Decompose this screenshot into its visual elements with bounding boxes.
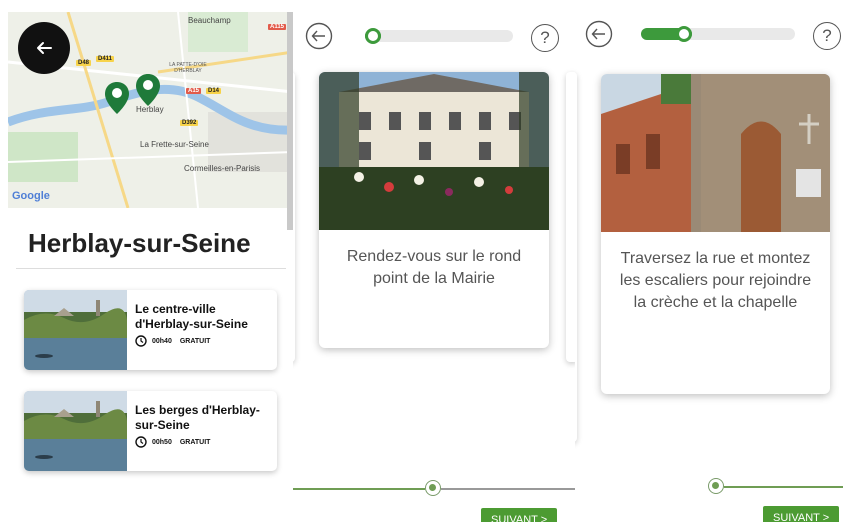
tour-list-screen: Beauchamp LA PATTE-D'OIE D'HERBLAY Herbl… <box>0 0 293 522</box>
step-card: Traversez la rue et montez les escaliers… <box>601 74 830 394</box>
next-card-peek <box>566 72 575 362</box>
step-card: Rendez-vous sur le rond point de la Mair… <box>319 72 549 348</box>
previous-card-peek <box>293 72 295 362</box>
timeline-line <box>293 488 425 490</box>
tour-thumbnail <box>24 290 127 370</box>
next-button[interactable]: SUIVANT > <box>763 506 840 522</box>
tour-card-centre-ville[interactable]: Le centre-ville d'Herblay-sur-Seine 00h4… <box>24 290 277 370</box>
timeline-line <box>441 488 575 490</box>
clock-icon <box>135 335 147 347</box>
tour-name: Les berges d'Herblay-sur-Seine <box>135 403 260 432</box>
back-button[interactable] <box>18 22 70 74</box>
road-badge-d411: D411 <box>96 56 115 62</box>
tour-thumbnail <box>24 391 127 471</box>
progress-knob <box>676 26 692 42</box>
road-badge-d48: D48 <box>76 60 92 66</box>
timeline-line <box>724 486 843 488</box>
progress-bar <box>365 28 513 44</box>
map-label-beauchamp: Beauchamp <box>188 16 231 25</box>
clock-icon <box>135 436 147 448</box>
progress-knob <box>365 28 381 44</box>
step-photo-mairie <box>319 72 549 230</box>
step-screen-1: ? Rendez-vous sur le rond point de la Ma… <box>293 0 575 522</box>
map-pin-icon[interactable] <box>136 74 160 106</box>
map-label-la-patte: LA PATTE-D'OIE D'HERBLAY <box>169 62 207 74</box>
page-title: Herblay-sur-Seine <box>28 228 251 258</box>
map-label-la-frette: La Frette-sur-Seine <box>140 140 209 149</box>
progress-bar <box>641 26 795 42</box>
step-photo-chapelle <box>601 74 830 232</box>
tour-price: GRATUIT <box>179 337 211 345</box>
map-label-cormeilles: Cormeilles-en-Parisis <box>184 164 261 173</box>
map-pin-icon[interactable] <box>105 82 129 114</box>
back-arrow-icon[interactable] <box>585 20 613 48</box>
tour-duration: 00h50 <box>152 438 172 446</box>
road-badge-a15: A15 <box>186 88 202 94</box>
step-screen-2: ? Traversez la rue et montez les escalie… <box>575 0 843 522</box>
road-badge-d392: D392 <box>180 120 199 126</box>
next-button[interactable]: SUIVANT > <box>481 508 558 522</box>
tour-price: GRATUIT <box>179 438 211 446</box>
back-arrow-icon[interactable] <box>305 22 333 50</box>
tour-name: Le centre-ville d'Herblay-sur-Seine <box>135 302 248 331</box>
road-badge-a115: A115 <box>268 24 287 30</box>
step-instruction: Rendez-vous sur le rond point de la Mair… <box>346 248 522 287</box>
road-badge-d14: D14 <box>206 88 222 94</box>
timeline-dot[interactable] <box>708 478 724 494</box>
previous-card-peek <box>575 72 577 442</box>
tour-card-berges[interactable]: Les berges d'Herblay-sur-Seine 00h50 GRA… <box>24 391 277 471</box>
timeline-dot[interactable] <box>425 480 441 496</box>
google-logo: Google <box>12 190 50 202</box>
step-instruction: Traversez la rue et montez les escaliers… <box>619 250 812 311</box>
arrow-left-icon <box>37 42 52 54</box>
divider <box>16 268 286 269</box>
tour-duration: 00h40 <box>152 337 172 345</box>
help-button[interactable]: ? <box>813 22 841 50</box>
map-label-herblay: Herblay <box>136 105 164 114</box>
help-button[interactable]: ? <box>531 24 559 52</box>
